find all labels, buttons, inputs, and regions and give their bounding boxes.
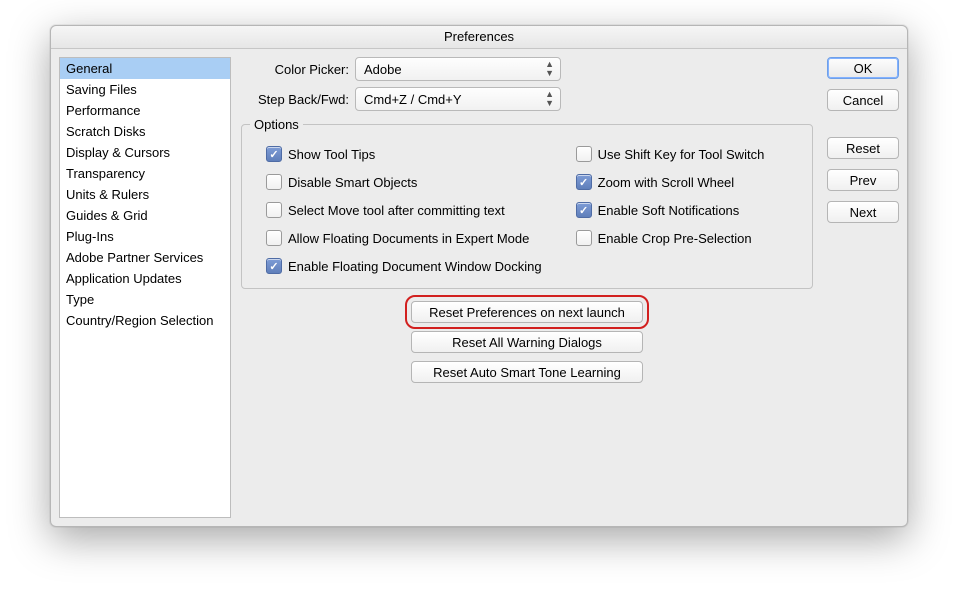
next-button[interactable]: Next bbox=[827, 201, 899, 223]
check-shift-tool-switch[interactable]: Use Shift Key for Tool Switch bbox=[552, 140, 800, 168]
sidebar-item-general[interactable]: General bbox=[60, 58, 230, 79]
category-sidebar: General Saving Files Performance Scratch… bbox=[59, 57, 231, 518]
checkbox-label: Allow Floating Documents in Expert Mode bbox=[288, 231, 529, 246]
check-floating-window-docking[interactable]: ✓ Enable Floating Document Window Dockin… bbox=[242, 252, 544, 280]
sidebar-item-performance[interactable]: Performance bbox=[60, 100, 230, 121]
sidebar-item-guides-grid[interactable]: Guides & Grid bbox=[60, 205, 230, 226]
checkbox-icon: ✓ bbox=[576, 202, 592, 218]
checkbox-label: Select Move tool after committing text bbox=[288, 203, 505, 218]
select-color-picker[interactable]: Adobe ▲▼ bbox=[355, 57, 561, 81]
reset-warning-dialogs-button[interactable]: Reset All Warning Dialogs bbox=[411, 331, 643, 353]
label-color-picker: Color Picker: bbox=[241, 62, 349, 77]
sidebar-item-transparency[interactable]: Transparency bbox=[60, 163, 230, 184]
chevron-updown-icon: ▲▼ bbox=[545, 90, 554, 108]
checkbox-icon bbox=[266, 230, 282, 246]
select-step-back[interactable]: Cmd+Z / Cmd+Y ▲▼ bbox=[355, 87, 561, 111]
chevron-updown-icon: ▲▼ bbox=[545, 60, 554, 78]
prev-button[interactable]: Prev bbox=[827, 169, 899, 191]
preferences-window: Preferences General Saving Files Perform… bbox=[50, 25, 908, 527]
checkbox-icon bbox=[576, 146, 592, 162]
center-buttons: Reset Preferences on next launch Reset A… bbox=[241, 297, 813, 383]
checkbox-label: Zoom with Scroll Wheel bbox=[598, 175, 735, 190]
row-color-picker: Color Picker: Adobe ▲▼ bbox=[241, 57, 813, 81]
check-zoom-scroll-wheel[interactable]: ✓ Zoom with Scroll Wheel bbox=[552, 168, 800, 196]
options-group: Options ✓ Show Tool Tips Use Shift Key f… bbox=[241, 117, 813, 289]
sidebar-item-application-updates[interactable]: Application Updates bbox=[60, 268, 230, 289]
sidebar-item-type[interactable]: Type bbox=[60, 289, 230, 310]
select-value: Adobe bbox=[364, 62, 402, 77]
checkbox-label: Enable Soft Notifications bbox=[598, 203, 740, 218]
select-value: Cmd+Z / Cmd+Y bbox=[364, 92, 462, 107]
checkbox-label: Enable Crop Pre-Selection bbox=[598, 231, 752, 246]
sidebar-item-saving-files[interactable]: Saving Files bbox=[60, 79, 230, 100]
content-area: Color Picker: Adobe ▲▼ Step Back/Fwd: Cm… bbox=[241, 57, 813, 518]
label-step-back: Step Back/Fwd: bbox=[241, 92, 349, 107]
check-soft-notifications[interactable]: ✓ Enable Soft Notifications bbox=[552, 196, 800, 224]
checkbox-icon: ✓ bbox=[576, 174, 592, 190]
sidebar-item-units-rulers[interactable]: Units & Rulers bbox=[60, 184, 230, 205]
checkbox-icon bbox=[576, 230, 592, 246]
checkbox-label: Disable Smart Objects bbox=[288, 175, 417, 190]
cancel-button[interactable]: Cancel bbox=[827, 89, 899, 111]
options-legend: Options bbox=[250, 117, 303, 132]
check-show-tool-tips[interactable]: ✓ Show Tool Tips bbox=[242, 140, 544, 168]
window-title: Preferences bbox=[51, 26, 907, 49]
reset-button[interactable]: Reset bbox=[827, 137, 899, 159]
sidebar-item-display-cursors[interactable]: Display & Cursors bbox=[60, 142, 230, 163]
checkbox-icon bbox=[266, 174, 282, 190]
sidebar-item-scratch-disks[interactable]: Scratch Disks bbox=[60, 121, 230, 142]
check-select-move-after-commit[interactable]: Select Move tool after committing text bbox=[242, 196, 544, 224]
reset-smart-tone-button[interactable]: Reset Auto Smart Tone Learning bbox=[411, 361, 643, 383]
checkbox-icon bbox=[266, 202, 282, 218]
checkbox-icon: ✓ bbox=[266, 258, 282, 274]
window-body: General Saving Files Performance Scratch… bbox=[51, 49, 907, 526]
check-crop-preselection[interactable]: Enable Crop Pre-Selection bbox=[552, 224, 800, 252]
checkbox-label: Enable Floating Document Window Docking bbox=[288, 259, 542, 274]
check-disable-smart-objects[interactable]: Disable Smart Objects bbox=[242, 168, 544, 196]
checkbox-label: Use Shift Key for Tool Switch bbox=[598, 147, 765, 162]
options-grid: ✓ Show Tool Tips Use Shift Key for Tool … bbox=[242, 140, 800, 280]
sidebar-item-partner-services[interactable]: Adobe Partner Services bbox=[60, 247, 230, 268]
row-step-back: Step Back/Fwd: Cmd+Z / Cmd+Y ▲▼ bbox=[241, 87, 813, 111]
dialog-buttons: OK Cancel Reset Prev Next bbox=[827, 57, 899, 518]
sidebar-item-plug-ins[interactable]: Plug-Ins bbox=[60, 226, 230, 247]
checkbox-icon: ✓ bbox=[266, 146, 282, 162]
sidebar-item-country-region[interactable]: Country/Region Selection bbox=[60, 310, 230, 331]
reset-preferences-button[interactable]: Reset Preferences on next launch bbox=[411, 301, 643, 323]
checkbox-label: Show Tool Tips bbox=[288, 147, 375, 162]
main-area: Color Picker: Adobe ▲▼ Step Back/Fwd: Cm… bbox=[241, 57, 899, 518]
check-floating-docs-expert[interactable]: Allow Floating Documents in Expert Mode bbox=[242, 224, 544, 252]
ok-button[interactable]: OK bbox=[827, 57, 899, 79]
